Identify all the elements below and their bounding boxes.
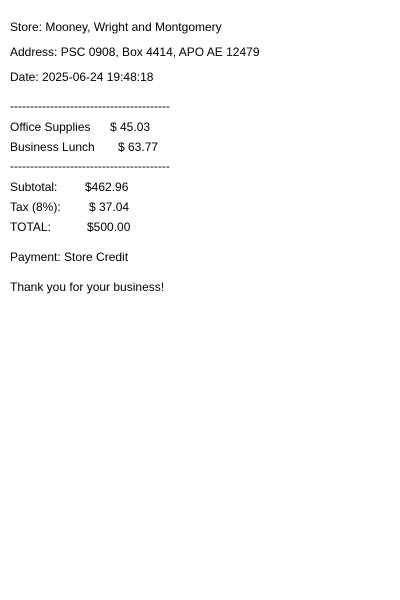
store-address: Address: PSC 0908, Box 4414, APO AE 1247… (10, 45, 260, 59)
total-label: TOTAL: (10, 220, 51, 234)
tax-label: Tax (8%): (10, 200, 61, 214)
line-item: Business Lunch $ 63.77 (10, 140, 210, 154)
subtotal-value: $462.96 (85, 180, 129, 194)
receipt-date: Date: 2025-06-24 19:48:18 (10, 70, 154, 84)
line-item-price: $ 63.77 (118, 140, 159, 154)
payment-method: Payment: Store Credit (10, 250, 129, 264)
tax-row: Tax (8%): $ 37.04 (10, 200, 210, 214)
total-row: TOTAL: $500.00 (10, 220, 210, 234)
subtotal-label: Subtotal: (10, 180, 58, 194)
store-name: Store: Mooney, Wright and Montgomery (10, 20, 222, 34)
divider-top: ---------------------------------------- (10, 99, 170, 113)
line-item-name: Office Supplies (10, 120, 91, 134)
line-item: Office Supplies $ 45.03 (10, 120, 210, 134)
line-item-price: $ 45.03 (110, 120, 151, 134)
total-value: $500.00 (87, 220, 131, 234)
subtotal-row: Subtotal: $462.96 (10, 180, 210, 194)
line-item-name: Business Lunch (10, 140, 95, 154)
thank-you-message: Thank you for your business! (10, 280, 165, 294)
tax-value: $ 37.04 (89, 200, 130, 214)
divider-bottom: ---------------------------------------- (10, 159, 170, 173)
